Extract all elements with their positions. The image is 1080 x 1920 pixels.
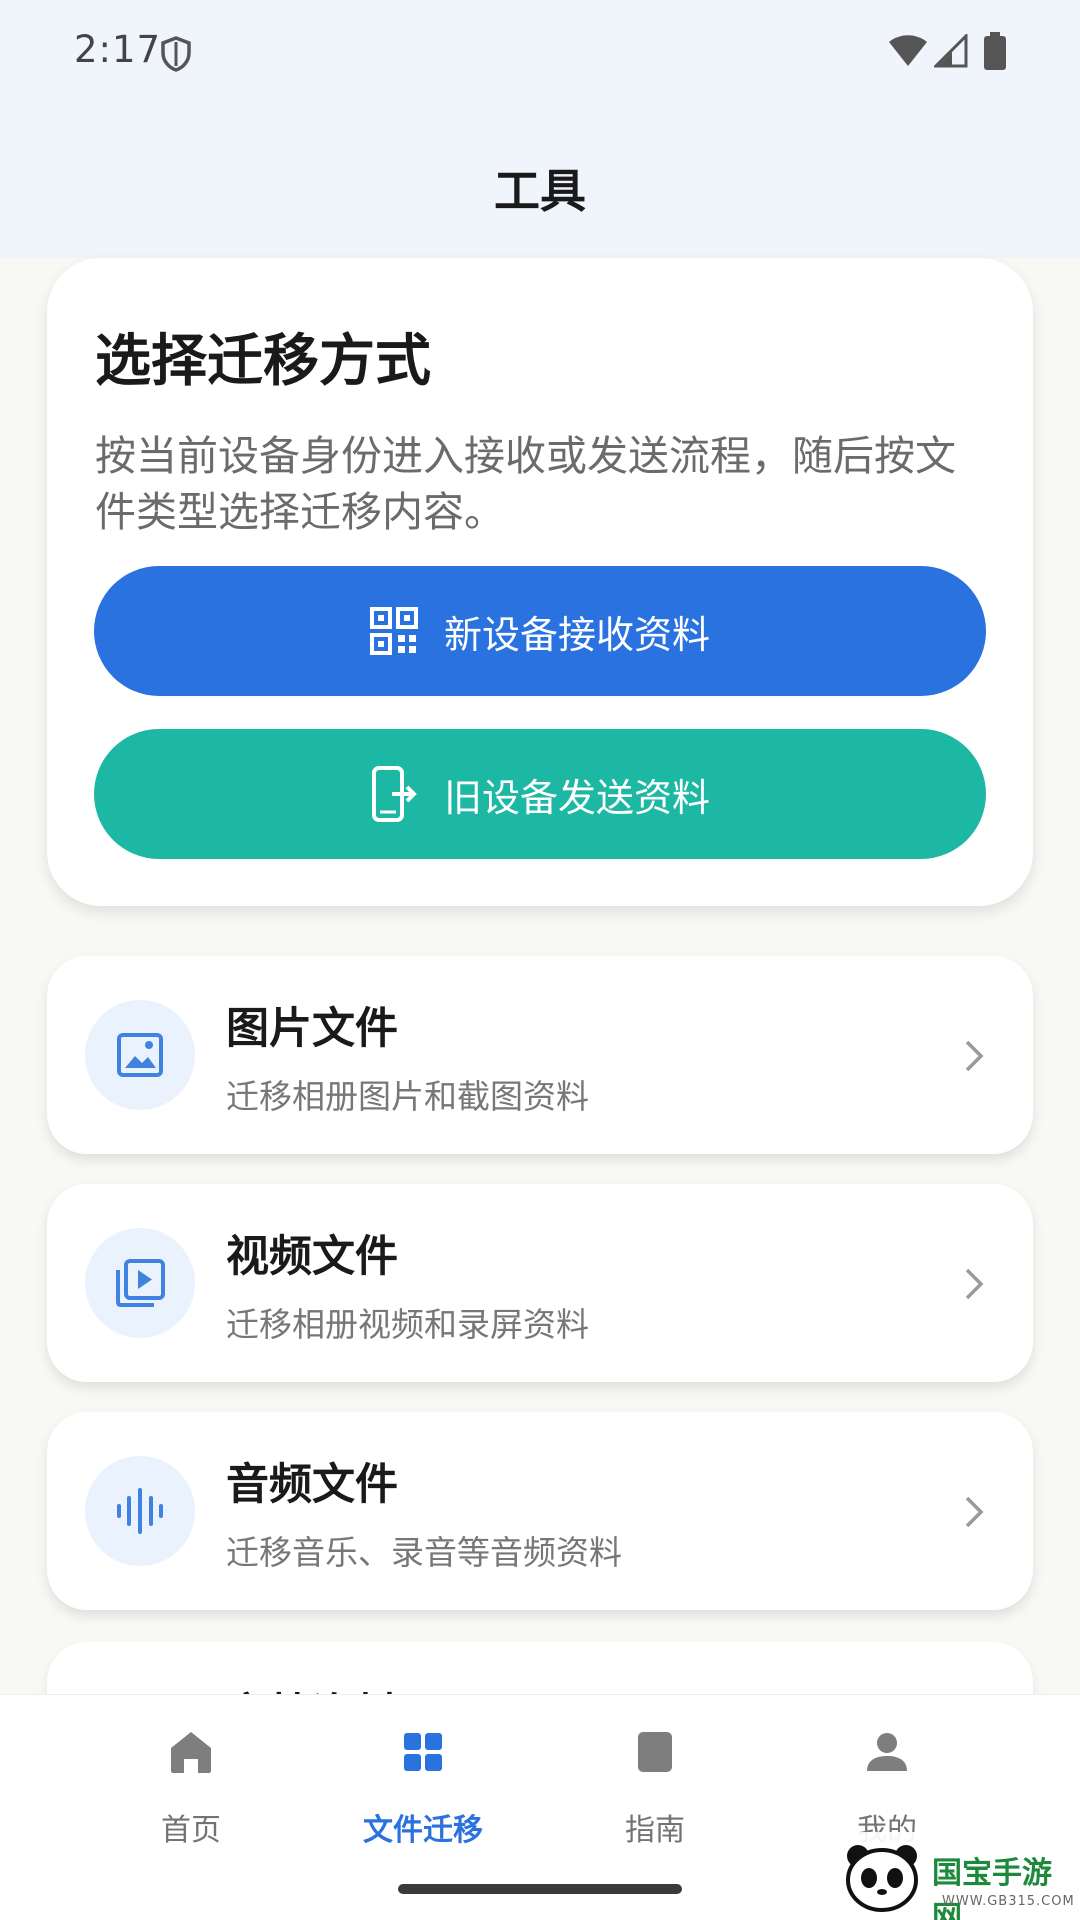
icon-circle [85,1456,195,1566]
video-icon [116,1259,165,1307]
nav-label: 首页 [161,1813,221,1848]
shield-icon [161,36,191,72]
migration-card-title: 选择迁移方式 [95,329,431,394]
status-time: 2:17 [74,28,162,71]
audio-icon [117,1488,163,1534]
watermark-url: WWW.GB315.COM [942,1894,1075,1909]
nav-item-file-migration[interactable]: 文件迁移 [308,1695,538,1848]
nav-item-home[interactable]: 首页 [76,1695,306,1848]
phone-export-icon [371,766,417,822]
nav-label: 文件迁移 [363,1813,483,1848]
file-type-card-videos[interactable]: 视频文件 迁移相册视频和录屏资料 [47,1184,1033,1382]
receive-data-label: 新设备接收资料 [443,612,710,657]
file-type-subtitle: 迁移音乐、录音等音频资料 [226,1533,622,1572]
panda-logo-icon [846,1845,918,1912]
nav-item-profile[interactable]: 我的 [772,1695,1002,1848]
file-type-card-audio[interactable]: 音频文件 迁移音乐、录音等音频资料 [47,1412,1033,1610]
file-type-title: 音频文件 [226,1460,398,1510]
watermark-brand: 国宝手游网 [932,1856,1052,1920]
person-icon [867,1733,907,1771]
signal-icon [934,34,968,68]
chevron-right-icon [965,1040,984,1072]
migration-method-card: 选择迁移方式 按当前设备身份进入接收或发送流程，随后按文件类型选择迁移内容。 新… [47,258,1033,906]
qr-code-icon [369,607,418,655]
home-icon [171,1732,211,1773]
top-header-area: 2:17 工具 [0,0,1080,258]
icon-circle [85,1228,195,1338]
wifi-icon [889,35,927,66]
file-type-subtitle: 迁移相册视频和录屏资料 [226,1305,589,1344]
battery-icon [984,32,1006,70]
home-indicator[interactable] [398,1884,682,1894]
grid-icon [404,1733,442,1771]
send-data-label: 旧设备发送资料 [443,775,710,820]
nav-item-guide[interactable]: 指南 [540,1695,770,1848]
file-type-title: 图片文件 [226,1004,398,1054]
chevron-right-icon [965,1496,984,1528]
file-type-card-images[interactable]: 图片文件 迁移相册图片和截图资料 [47,956,1033,1154]
chevron-right-icon [965,1268,984,1300]
icon-circle [85,1000,195,1110]
file-type-subtitle: 迁移相册图片和截图资料 [226,1077,589,1116]
status-bar: 2:17 [0,0,1080,110]
migration-card-description: 按当前设备身份进入接收或发送流程，随后按文件类型选择迁移内容。 [95,432,956,536]
receive-data-button[interactable]: 新设备接收资料 [94,566,986,696]
page-title: 工具 [494,164,586,218]
watermark: 国宝手游网 WWW.GB315.COM [832,1832,1080,1920]
book-icon [638,1732,672,1772]
send-data-button[interactable]: 旧设备发送资料 [94,729,986,859]
nav-label: 指南 [625,1813,685,1848]
image-icon [117,1033,163,1077]
file-type-title: 视频文件 [226,1232,398,1282]
